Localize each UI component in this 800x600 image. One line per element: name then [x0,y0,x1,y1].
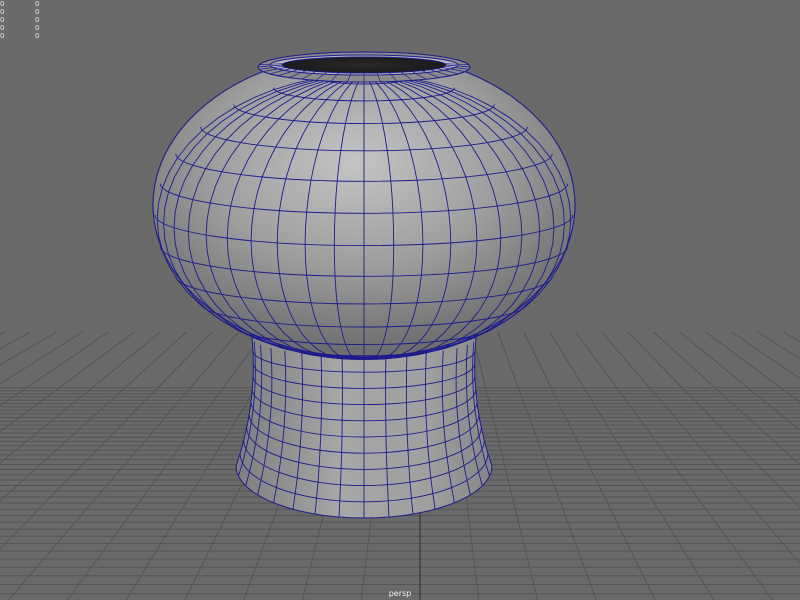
hud-label: 0 [0,32,5,40]
hud-row: 00 [0,32,60,40]
grid-line [705,331,800,403]
grid-line [0,331,135,433]
grid-line [0,331,187,502]
grid-line [0,331,57,366]
hud-value: 0 [35,8,40,16]
grid-line [523,331,656,600]
grid-line [0,331,5,335]
hud-row: 00 [0,24,60,32]
hud-value: 0 [35,24,40,32]
viewport-canvas[interactable] [0,0,800,600]
heads-up-display: 00 00 00 00 00 [0,0,60,40]
grid-line [0,331,31,350]
grid-line [0,331,83,385]
grid-line [0,331,213,550]
hud-row: 00 [0,8,60,16]
hud-value: 0 [35,0,40,8]
hud-label: 0 [0,0,5,8]
grid-line [575,331,774,600]
hud-label: 0 [0,16,5,24]
hud-row: 00 [0,16,60,24]
grid-line [653,331,800,466]
grid-line [7,331,239,600]
pot-rim[interactable] [257,51,471,83]
grid-line [66,331,265,600]
grid-line [731,331,800,380]
grid-line [627,331,800,509]
grid-line [497,331,597,600]
perspective-viewport[interactable]: 00 00 00 00 00 persp [0,0,800,600]
hud-value: 0 [35,32,40,40]
grid-line [757,331,800,360]
hud-value: 0 [35,16,40,24]
camera-name-label: persp [388,589,412,598]
hud-label: 0 [0,8,5,16]
rim-opening [281,56,447,74]
pot-mesh[interactable] [152,51,576,519]
hud-row: 00 [0,0,60,8]
hud-label: 0 [0,24,5,32]
grid-line [0,331,109,407]
